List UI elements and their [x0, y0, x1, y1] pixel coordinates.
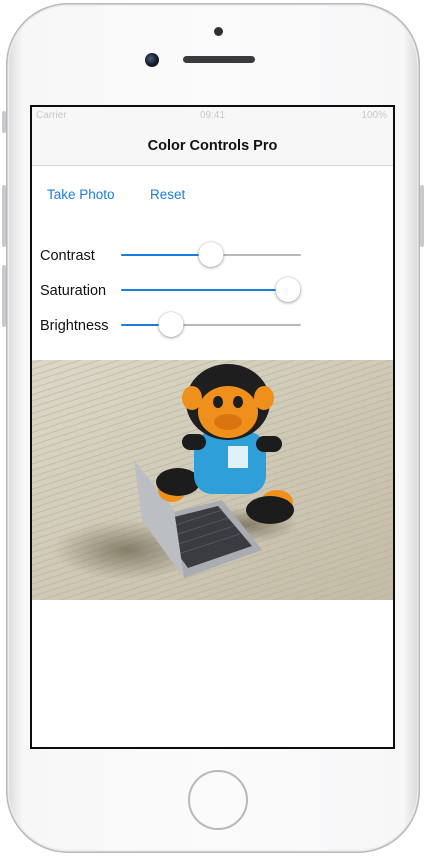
- brightness-label: Brightness: [40, 318, 109, 334]
- take-photo-button[interactable]: Take Photo: [47, 187, 115, 202]
- reset-button[interactable]: Reset: [150, 187, 185, 202]
- photo-preview: [32, 360, 393, 600]
- app-screen: Carrier 09:41 100% Color Controls Pro Ta…: [30, 105, 395, 749]
- home-button[interactable]: [188, 770, 248, 830]
- slider-thumb[interactable]: [275, 277, 301, 302]
- slider-thumb[interactable]: [198, 242, 224, 267]
- slider-thumb[interactable]: [158, 312, 184, 337]
- slider-fill: [121, 254, 211, 256]
- contrast-slider[interactable]: [121, 242, 301, 268]
- earpiece-speaker: [183, 56, 255, 63]
- page-title: Color Controls Pro: [147, 138, 278, 154]
- saturation-label: Saturation: [40, 283, 107, 299]
- slider-fill: [121, 289, 289, 291]
- saturation-slider[interactable]: [121, 277, 301, 303]
- status-time: 09:41: [199, 110, 226, 121]
- front-camera: [145, 53, 159, 67]
- power-button: [420, 185, 424, 247]
- volume-up-button: [2, 185, 6, 247]
- brightness-slider[interactable]: [121, 312, 301, 338]
- status-bar: Carrier 09:41 100%: [32, 107, 393, 125]
- mute-switch: [2, 111, 6, 133]
- volume-down-button: [2, 265, 6, 327]
- navigation-bar: Color Controls Pro: [32, 125, 393, 166]
- contrast-label: Contrast: [40, 248, 95, 264]
- battery-text: 100%: [361, 110, 387, 121]
- proximity-sensor: [214, 27, 223, 36]
